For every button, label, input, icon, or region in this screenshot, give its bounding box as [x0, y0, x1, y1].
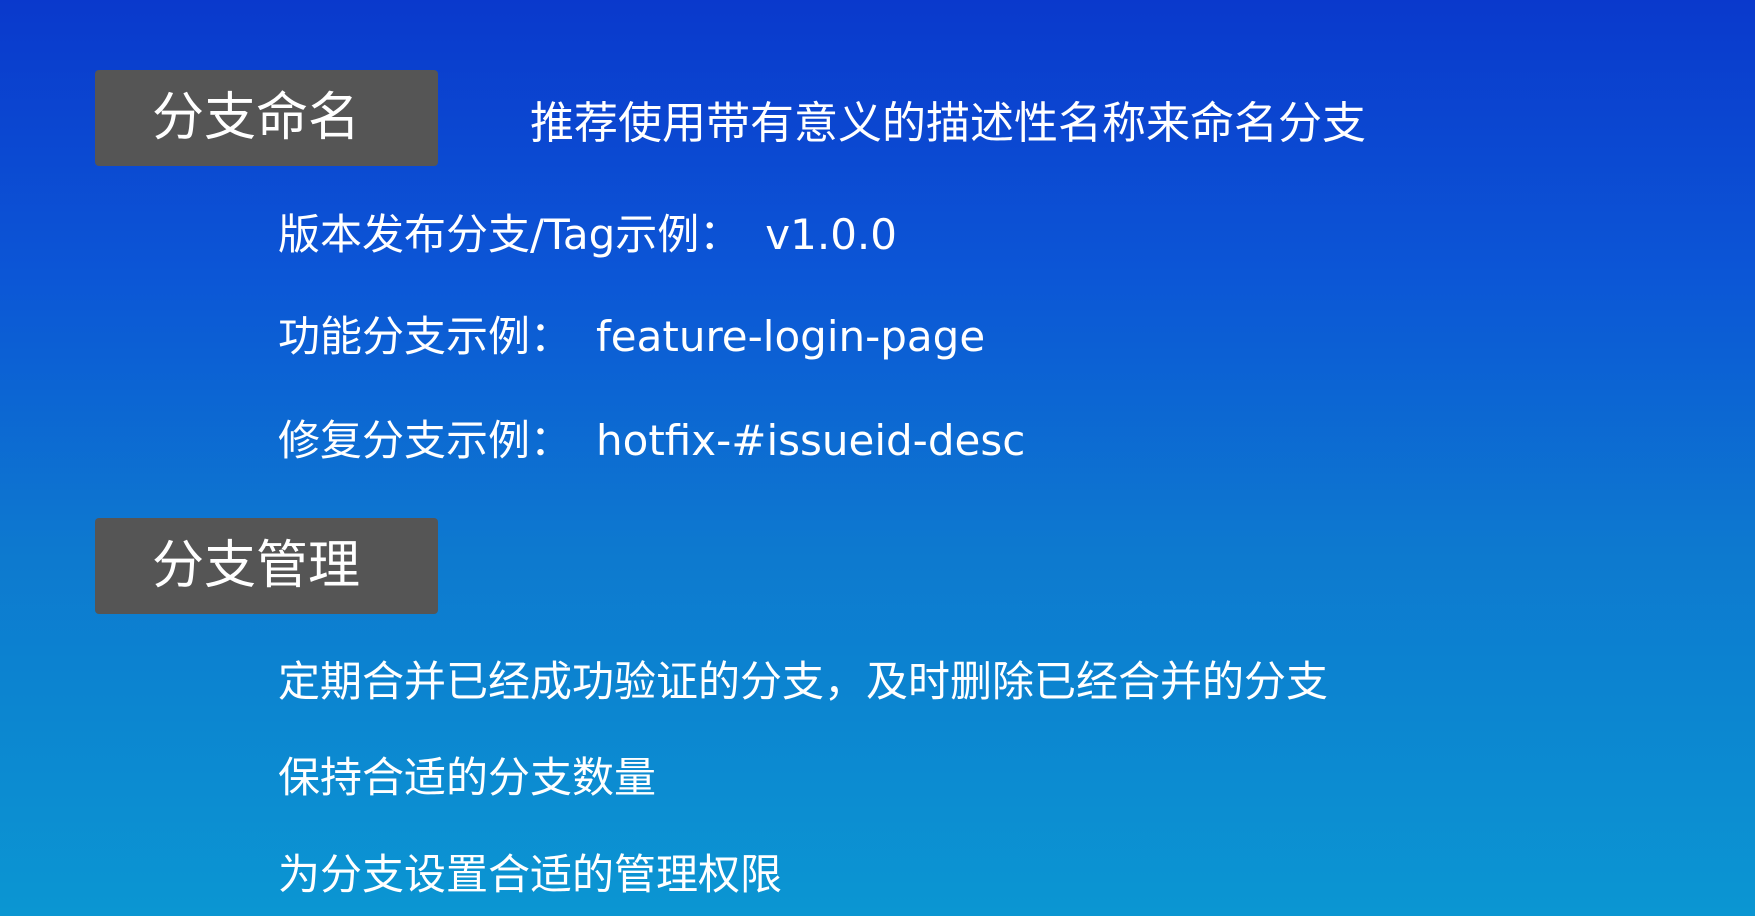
example-value-feature: feature-login-page: [596, 312, 986, 361]
example-value-release: v1.0.0: [765, 210, 897, 259]
example-value-hotfix: hotfix-#issueid-desc: [596, 416, 1026, 465]
management-item-merge: 定期合并已经成功验证的分支，及时删除已经合并的分支: [278, 657, 1329, 706]
example-row-hotfix: 修复分支示例： hotfix-#issueid-desc: [278, 413, 1025, 469]
example-label-release: 版本发布分支/Tag示例：: [278, 210, 742, 259]
example-label-hotfix: 修复分支示例：: [278, 416, 573, 465]
management-item-count: 保持合适的分支数量: [278, 753, 657, 802]
example-row-feature: 功能分支示例： feature-login-page: [278, 309, 985, 365]
naming-description: 推荐使用带有意义的描述性名称来命名分支: [530, 98, 1366, 149]
management-item-permission: 为分支设置合适的管理权限: [278, 850, 783, 899]
section-label-naming: 分支命名: [95, 70, 438, 166]
example-row-release: 版本发布分支/Tag示例： v1.0.0: [278, 207, 897, 263]
example-label-feature: 功能分支示例：: [278, 312, 573, 361]
section-label-management: 分支管理: [95, 518, 438, 614]
